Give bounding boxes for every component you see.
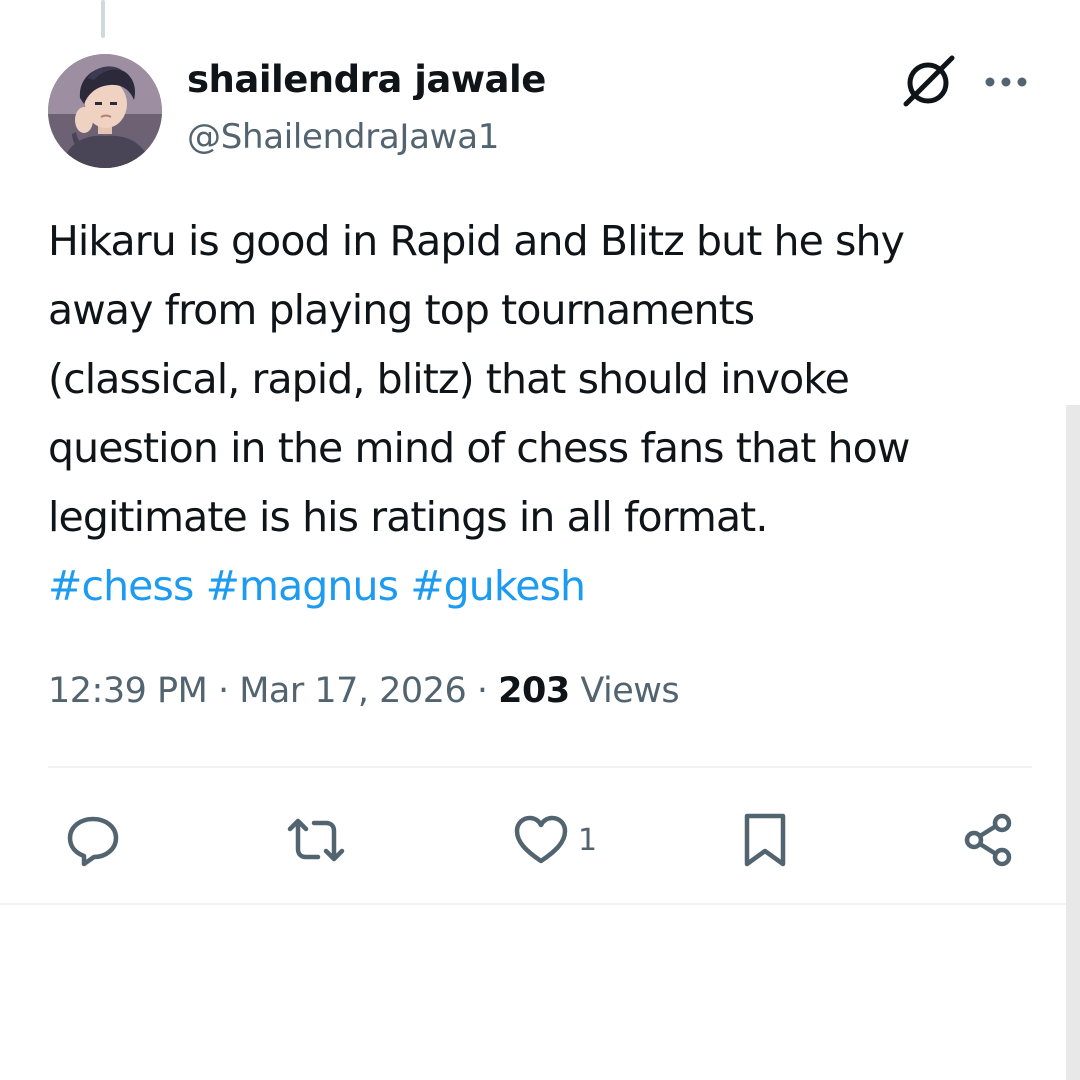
reply-button[interactable] bbox=[64, 810, 122, 870]
retweet-icon bbox=[287, 818, 345, 862]
tweet-text: Hikaru is good in Rapid and Blitz but he… bbox=[48, 207, 1038, 621]
meta-separator: · bbox=[476, 671, 488, 711]
like-count: 1 bbox=[578, 822, 598, 858]
share-icon bbox=[964, 813, 1012, 867]
heart-icon bbox=[514, 815, 568, 864]
views-count: 203 bbox=[498, 671, 570, 711]
more-options-icon[interactable] bbox=[982, 64, 1030, 100]
share-button[interactable] bbox=[960, 810, 1018, 870]
hashtag-line: #chess #magnus #gukesh bbox=[48, 552, 1038, 621]
tweet-text-line: question in the mind of chess fans that … bbox=[48, 424, 910, 472]
tweet-text-line: Hikaru is good in Rapid and Blitz but he… bbox=[48, 217, 905, 265]
tweet-text-line: (classical, rapid, blitz) that should in… bbox=[48, 355, 850, 403]
display-name[interactable]: shailendra jawale bbox=[187, 56, 546, 104]
views-label: Views bbox=[580, 671, 680, 711]
tweet-metadata: 12:39 PM · Mar 17, 2026 · 203 Views bbox=[48, 665, 680, 717]
tweet-text-line: legitimate is his ratings in all format. bbox=[48, 493, 768, 541]
meta-separator: · bbox=[217, 671, 229, 711]
scrollbar[interactable] bbox=[1066, 405, 1080, 1080]
grok-icon[interactable] bbox=[898, 52, 958, 112]
tweet-date[interactable]: Mar 17, 2026 bbox=[239, 671, 467, 711]
hashtag-gukesh[interactable]: #gukesh bbox=[410, 562, 586, 610]
like-button[interactable]: 1 bbox=[512, 810, 597, 870]
tweet-text-line: away from playing top tournaments bbox=[48, 286, 755, 334]
avatar[interactable] bbox=[48, 54, 162, 168]
bookmark-button[interactable] bbox=[740, 810, 790, 870]
tweet-time[interactable]: 12:39 PM bbox=[48, 671, 208, 711]
avatar-illustration bbox=[48, 54, 162, 168]
retweet-button[interactable] bbox=[284, 810, 348, 870]
bookmark-icon bbox=[744, 813, 786, 867]
divider bbox=[48, 766, 1032, 768]
tweet-bottom-border bbox=[0, 903, 1080, 905]
hashtag-chess[interactable]: #chess bbox=[48, 562, 194, 610]
thread-connector-line bbox=[101, 0, 105, 38]
reply-icon bbox=[67, 816, 119, 867]
user-handle[interactable]: @ShailendraJawa1 bbox=[187, 113, 499, 161]
hashtag-magnus[interactable]: #magnus bbox=[206, 562, 399, 610]
